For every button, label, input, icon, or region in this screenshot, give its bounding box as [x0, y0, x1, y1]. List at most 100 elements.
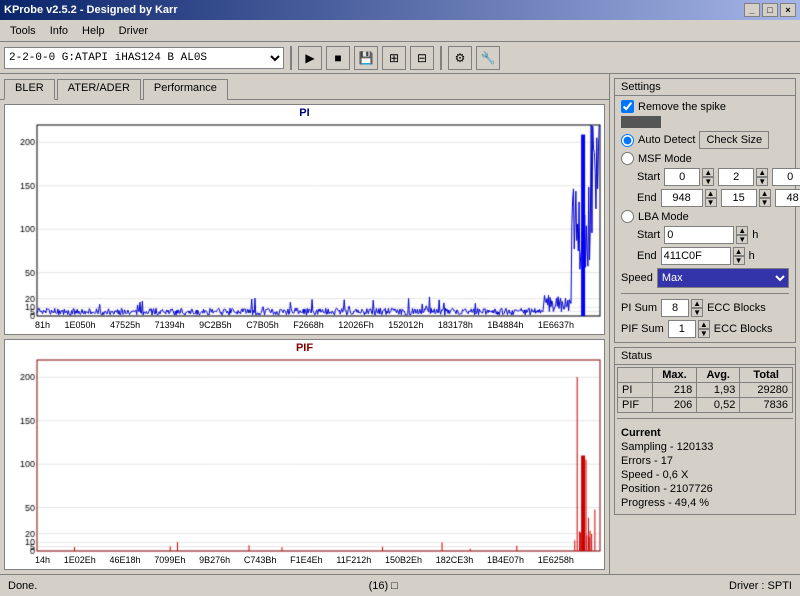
position-row: Position - 2107726	[621, 482, 789, 496]
zoom-out-button[interactable]: ⊟	[410, 46, 434, 70]
pi-sum-input[interactable]	[661, 299, 689, 317]
speed-dropdown[interactable]: Max 1x 2x 4x	[657, 268, 789, 288]
status-bar: Done. (16) □ Driver : SPTI	[0, 574, 800, 596]
speed-row: Speed Max 1x 2x 4x	[621, 268, 789, 288]
settings-button[interactable]: ⚙	[448, 46, 472, 70]
tab-ater-ader[interactable]: ATER/ADER	[57, 79, 141, 100]
pi-x-1: 1E050h	[65, 320, 96, 334]
msf-end-input-0[interactable]	[661, 189, 703, 207]
lba-start-input[interactable]	[664, 226, 734, 244]
lba-end-row: End ▲▼ h	[621, 247, 789, 265]
lba-end-spinbtn[interactable]: ▲▼	[733, 247, 745, 265]
pif-sum-label: PIF Sum	[621, 323, 664, 335]
pi-x-0: 81h	[35, 320, 50, 334]
divider-2	[617, 418, 793, 419]
pif-x-5: C743Bh	[244, 555, 277, 569]
toolbar-separator-2	[440, 46, 442, 70]
pi-sum-row: PI Sum ▲▼ ECC Blocks	[621, 299, 789, 317]
auto-detect-row: Auto Detect Check Size	[621, 131, 789, 149]
pif-canvas	[5, 356, 604, 555]
lba-end-spin: ▲▼	[661, 247, 745, 265]
status-pi-total: 29280	[740, 383, 793, 398]
tab-bler[interactable]: BLER	[4, 79, 55, 100]
msf-start-spin-0: ▲▼	[664, 168, 714, 186]
minimize-button[interactable]: _	[744, 3, 760, 17]
lba-end-input[interactable]	[661, 247, 731, 265]
menu-info[interactable]: Info	[44, 23, 74, 39]
msf-start-row: Start ▲▼ ▲▼ ▲▼	[621, 168, 789, 186]
pi-x-2: 47525h	[110, 320, 140, 334]
divider-1	[621, 293, 789, 294]
msf-start-input-2[interactable]	[772, 168, 800, 186]
pif-sum-input[interactable]	[668, 320, 696, 338]
pi-x-labels: 81h 1E050h 47525h 71394h 9C2B5h C7B05h F…	[5, 320, 604, 334]
remove-spike-checkbox[interactable]	[621, 100, 634, 113]
pi-x-9: 183178h	[438, 320, 473, 334]
lba-mode-radio[interactable]	[621, 210, 634, 223]
close-button[interactable]: ×	[780, 3, 796, 17]
spike-color-row	[621, 116, 789, 128]
lba-start-spinbtn[interactable]: ▲▼	[736, 226, 748, 244]
status-bar-right: Driver : SPTI	[729, 580, 792, 592]
lba-mode-row: LBA Mode	[621, 210, 789, 223]
msf-end-spinbtn-0[interactable]: ▲▼	[705, 189, 717, 207]
menu-tools[interactable]: Tools	[4, 23, 42, 39]
drive-selector[interactable]: 2-2-0-0 G:ATAPI iHAS124 B AL0S	[4, 47, 284, 69]
msf-start-spinbtn-0[interactable]: ▲▼	[702, 168, 714, 186]
pi-x-11: 1E6637h	[538, 320, 574, 334]
col-header-total: Total	[740, 368, 793, 383]
menu-help[interactable]: Help	[76, 23, 111, 39]
pi-x-8: 152012h	[388, 320, 423, 334]
msf-start-spin-1: ▲▼	[718, 168, 768, 186]
zoom-in-button[interactable]: ⊞	[382, 46, 406, 70]
msf-end-input-1[interactable]	[721, 189, 757, 207]
pi-chart-container: PI 81h 1E050h 47525h 71394h 9C2B5h C7B05…	[4, 104, 605, 335]
msf-end-spinbtn-1[interactable]: ▲▼	[759, 189, 771, 207]
pif-x-3: 7099Eh	[154, 555, 185, 569]
play-button[interactable]: ▶	[298, 46, 322, 70]
pif-sum-spinbtn[interactable]: ▲▼	[698, 320, 710, 338]
drive-dropdown[interactable]: 2-2-0-0 G:ATAPI iHAS124 B AL0S	[4, 47, 284, 69]
col-header-max: Max.	[652, 368, 696, 383]
lba-start-h: h	[752, 229, 758, 241]
errors-row: Errors - 17	[621, 454, 789, 468]
pi-sum-spinbtn[interactable]: ▲▼	[691, 299, 703, 317]
progress-row: Progress - 49,4 %	[621, 496, 789, 510]
end-label: End	[637, 192, 657, 204]
pif-x-9: 182CE3h	[436, 555, 474, 569]
msf-start-input-1[interactable]	[718, 168, 754, 186]
status-pif-total: 7836	[740, 398, 793, 413]
tab-bar: BLER ATER/ADER Performance	[0, 74, 609, 100]
menu-driver[interactable]: Driver	[113, 23, 154, 39]
status-pif-label: PIF	[618, 398, 653, 413]
pif-x-6: F1E4Eh	[290, 555, 323, 569]
maximize-button[interactable]: □	[762, 3, 778, 17]
ecc-label-1: ECC Blocks	[707, 302, 766, 314]
save-button[interactable]: 💾	[354, 46, 378, 70]
msf-start-input-0[interactable]	[664, 168, 700, 186]
status-pif-row: PIF 206 0,52 7836	[618, 398, 793, 413]
tool-button[interactable]: 🔧	[476, 46, 500, 70]
pif-x-1: 1E02Eh	[64, 555, 96, 569]
status-title: Status	[615, 348, 795, 365]
pi-x-10: 1B4884h	[487, 320, 523, 334]
pif-x-10: 1B4E07h	[487, 555, 524, 569]
pi-x-7: 12026Fh	[338, 320, 374, 334]
pi-sum-label: PI Sum	[621, 302, 657, 314]
pif-x-11: 1E6258h	[538, 555, 574, 569]
status-pi-row: PI 218 1,93 29280	[618, 383, 793, 398]
msf-start-spinbtn-1[interactable]: ▲▼	[756, 168, 768, 186]
stop-button[interactable]: ■	[326, 46, 350, 70]
main-area: BLER ATER/ADER Performance PI 81h 1E050h…	[0, 74, 800, 574]
status-table: Max. Avg. Total PI 218 1,93 29280 PIF 20…	[617, 367, 793, 413]
msf-end-input-2[interactable]	[775, 189, 800, 207]
col-header-avg: Avg.	[697, 368, 740, 383]
auto-detect-radio[interactable]	[621, 134, 634, 147]
speed-label: Speed	[621, 272, 653, 284]
menu-bar: Tools Info Help Driver	[0, 20, 800, 42]
pif-chart-body	[5, 356, 604, 555]
msf-mode-radio[interactable]	[621, 152, 634, 165]
status-pi-label: PI	[618, 383, 653, 398]
tab-performance[interactable]: Performance	[143, 79, 228, 100]
check-size-button[interactable]: Check Size	[699, 131, 769, 149]
